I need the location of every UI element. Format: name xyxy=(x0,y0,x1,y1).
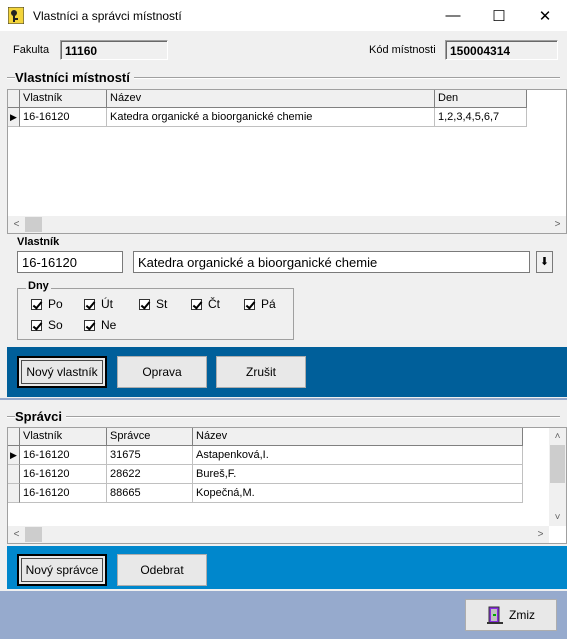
days-groupbox xyxy=(17,288,294,340)
remove-manager-button[interactable]: Odebrat xyxy=(117,554,207,586)
row-indicator xyxy=(8,484,20,503)
day-checkbox-ut[interactable]: Út xyxy=(84,297,113,311)
close-window-label: Zmiz xyxy=(509,608,535,622)
window-title: Vlastníci a správci místností xyxy=(33,9,182,23)
owners-col-owner[interactable]: Vlastník xyxy=(20,90,107,108)
scroll-left-icon[interactable]: < xyxy=(8,526,25,543)
day-label: Čt xyxy=(208,297,220,311)
scroll-thumb[interactable] xyxy=(550,445,565,483)
close-button[interactable]: ✕ xyxy=(522,0,567,31)
grid-corner xyxy=(8,428,20,446)
day-label: So xyxy=(48,318,63,332)
day-checkbox-po[interactable]: Po xyxy=(31,297,63,311)
new-manager-button[interactable]: Nový správce xyxy=(17,554,107,586)
checkbox-checked-icon xyxy=(139,298,150,310)
day-checkbox-pa[interactable]: Pá xyxy=(244,297,276,311)
owners-grid[interactable]: Vlastník Název Den ▶ 16-16120 Katedra or… xyxy=(7,89,567,234)
managers-col-manager[interactable]: Správce xyxy=(107,428,193,446)
managers-section-divider xyxy=(7,416,560,418)
table-row-name[interactable]: Kopečná,M. xyxy=(193,484,523,503)
owners-row-days[interactable]: 1,2,3,4,5,6,7 xyxy=(435,108,527,127)
checkbox-checked-icon xyxy=(31,319,42,331)
maximize-button[interactable]: ☐ xyxy=(476,0,522,31)
scroll-thumb[interactable] xyxy=(25,217,42,232)
managers-horizontal-scrollbar[interactable]: < > xyxy=(8,526,549,543)
close-icon: ✕ xyxy=(538,7,552,25)
current-row-indicator-icon: ▶ xyxy=(8,108,20,127)
scroll-up-icon[interactable]: ˄ xyxy=(549,428,566,445)
day-checkbox-so[interactable]: So xyxy=(31,318,63,332)
owners-horizontal-scrollbar[interactable]: < > xyxy=(8,216,566,233)
managers-grid[interactable]: Vlastník Správce Název ▶ 16-16120 31675 … xyxy=(7,427,567,544)
days-group-label: Dny xyxy=(26,280,51,292)
app-key-icon xyxy=(8,7,24,24)
day-checkbox-ct[interactable]: Čt xyxy=(191,297,220,311)
table-row-owner[interactable]: 16-16120 xyxy=(20,446,107,465)
checkbox-checked-icon xyxy=(244,298,255,310)
current-row-indicator-icon: ▶ xyxy=(8,446,20,465)
footer-bar: Zmiz xyxy=(0,591,567,639)
scroll-left-icon[interactable]: < xyxy=(8,216,25,233)
day-label: Ne xyxy=(101,318,117,332)
door-exit-icon xyxy=(487,606,503,624)
owner-edit-label: Vlastník xyxy=(17,236,60,248)
minimize-icon: — xyxy=(445,7,461,24)
day-checkbox-ne[interactable]: Ne xyxy=(84,318,116,332)
scroll-thumb[interactable] xyxy=(25,527,42,542)
managers-vertical-scrollbar[interactable]: ˄ ˅ xyxy=(549,428,566,526)
room-code-field: 150004314 xyxy=(445,40,558,60)
table-row-name[interactable]: Bureš,F. xyxy=(193,465,523,484)
checkbox-checked-icon xyxy=(84,298,95,310)
managers-section-title: Správci xyxy=(15,409,66,424)
cancel-button[interactable]: Zrušit xyxy=(216,356,306,388)
scroll-right-icon[interactable]: > xyxy=(532,526,549,543)
owner-code-input[interactable]: 16-16120 xyxy=(17,251,123,273)
grid-corner xyxy=(8,90,20,108)
day-label: St xyxy=(156,297,168,311)
day-label: Pá xyxy=(261,297,276,311)
section-separator xyxy=(0,398,567,400)
managers-toolbar: Nový správce Odebrat xyxy=(7,546,567,589)
managers-col-name[interactable]: Název xyxy=(193,428,523,446)
managers-col-owner[interactable]: Vlastník xyxy=(20,428,107,446)
owners-col-days[interactable]: Den xyxy=(435,90,527,108)
room-code-label: Kód místnosti xyxy=(369,44,436,56)
scroll-down-icon[interactable]: ˅ xyxy=(549,509,566,526)
owners-row-owner[interactable]: 16-16120 xyxy=(20,108,107,127)
day-label: Po xyxy=(48,297,63,311)
close-window-button[interactable]: Zmiz xyxy=(465,599,557,631)
table-row-manager[interactable]: 28622 xyxy=(107,465,193,484)
edit-owner-button[interactable]: Oprava xyxy=(117,356,207,388)
owner-lookup-button[interactable]: ⬇ xyxy=(536,251,553,273)
owners-section-title: Vlastníci místností xyxy=(15,70,134,85)
table-row-manager[interactable]: 88665 xyxy=(107,484,193,503)
title-bar: Vlastníci a správci místností — ☐ ✕ xyxy=(0,0,567,31)
owners-toolbar: Nový vlastník Oprava Zrušit xyxy=(7,347,567,397)
checkbox-checked-icon xyxy=(84,319,95,331)
new-owner-button[interactable]: Nový vlastník xyxy=(17,356,107,388)
day-checkbox-st[interactable]: St xyxy=(139,297,167,311)
scroll-right-icon[interactable]: > xyxy=(549,216,566,233)
owner-name-combo[interactable]: Katedra organické a bioorganické chemie xyxy=(133,251,530,273)
faculty-field: 11160 xyxy=(60,40,168,60)
table-row-name[interactable]: Astapenková,I. xyxy=(193,446,523,465)
day-label: Út xyxy=(101,297,113,311)
checkbox-checked-icon xyxy=(191,298,202,310)
download-arrow-icon: ⬇ xyxy=(539,256,550,268)
table-row-manager[interactable]: 31675 xyxy=(107,446,193,465)
table-row-owner[interactable]: 16-16120 xyxy=(20,484,107,503)
table-row-owner[interactable]: 16-16120 xyxy=(20,465,107,484)
minimize-button[interactable]: — xyxy=(430,0,476,31)
maximize-icon: ☐ xyxy=(492,7,506,25)
owners-row-name[interactable]: Katedra organické a bioorganické chemie xyxy=(107,108,435,127)
row-indicator xyxy=(8,465,20,484)
faculty-label: Fakulta xyxy=(13,44,50,56)
owners-col-name[interactable]: Název xyxy=(107,90,435,108)
checkbox-checked-icon xyxy=(31,298,42,310)
